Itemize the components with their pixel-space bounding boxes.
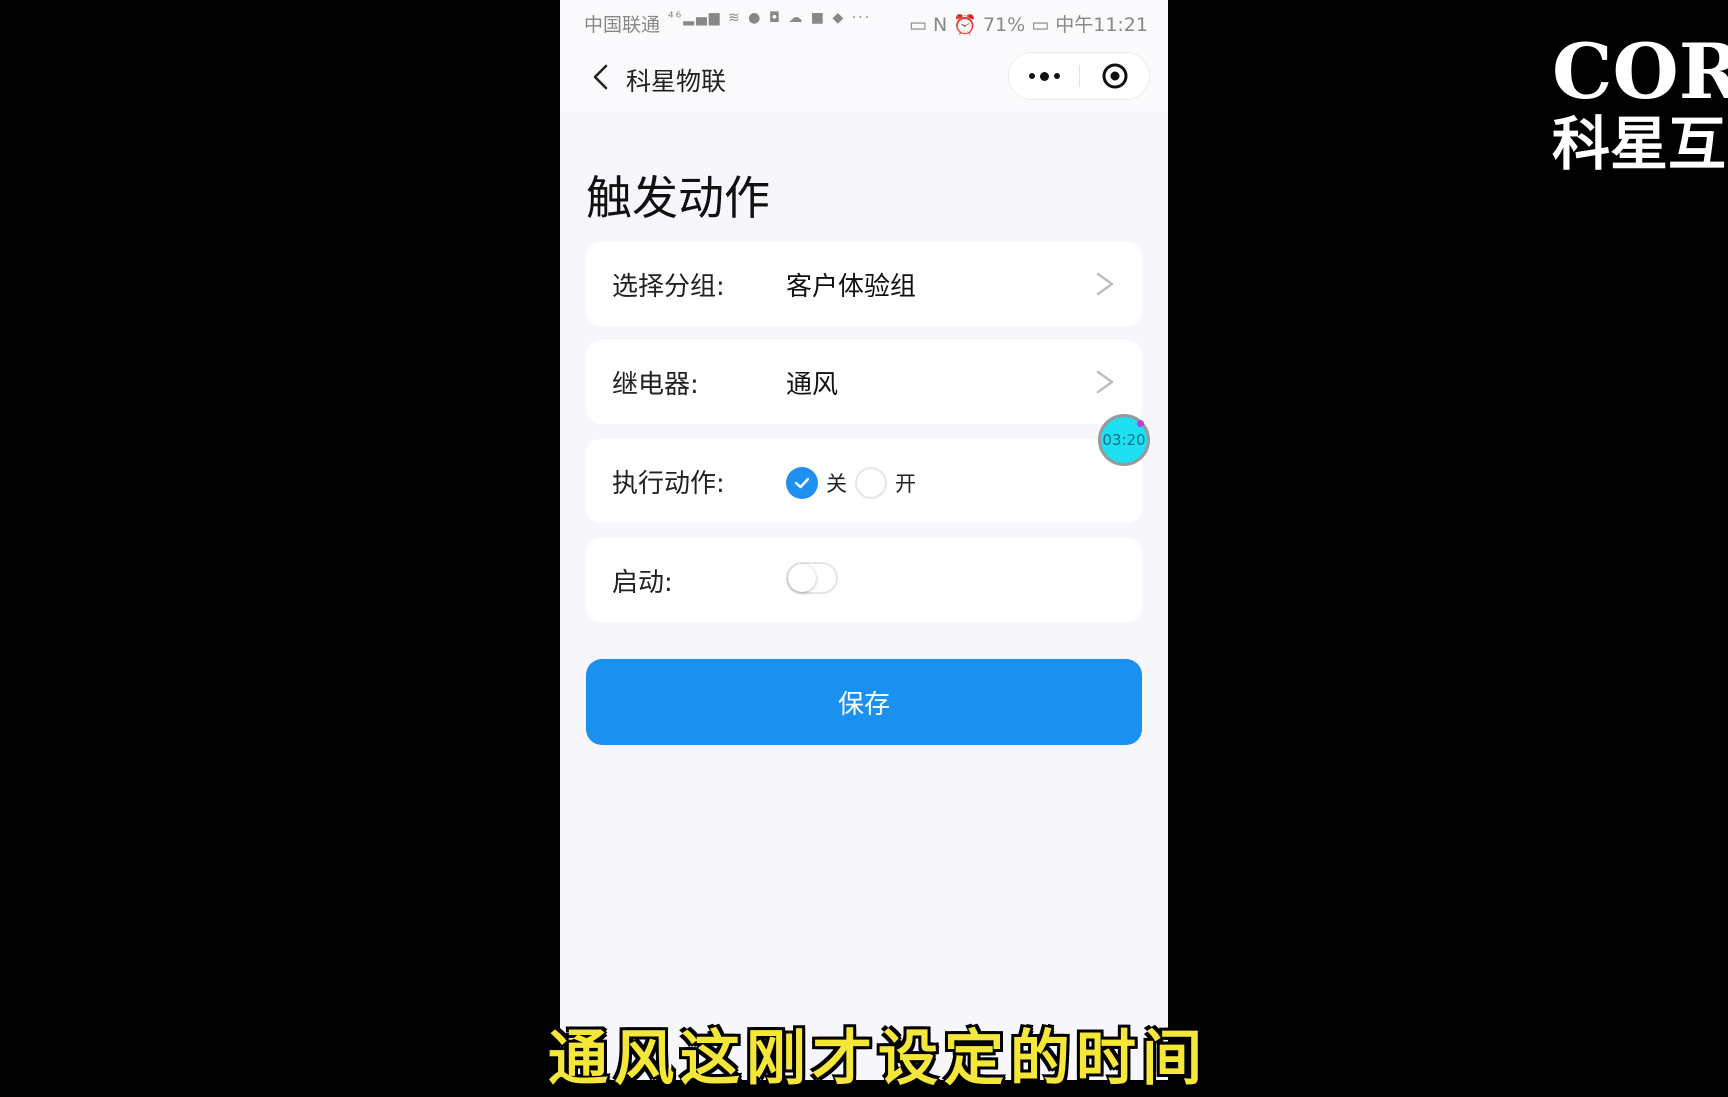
status-bar: 中国联通 ⁴⁶▂▄▆ ≋ ● ◘ ☁ ■ ◆ ··· ▭ N ⏰ 71% ▭ 中…	[560, 0, 1168, 42]
page-title: 触发动作	[586, 171, 770, 225]
more-dot-icon	[1039, 71, 1049, 81]
radio-off-label: 关	[826, 472, 847, 496]
radio-off[interactable]	[786, 467, 818, 499]
phone-screen: 中国联通 ⁴⁶▂▄▆ ≋ ● ◘ ☁ ■ ◆ ··· ▭ N ⏰ 71% ▭ 中…	[560, 0, 1168, 1080]
close-miniprogram-button[interactable]	[1091, 53, 1149, 99]
chevron-right-icon	[1096, 272, 1114, 296]
enable-toggle[interactable]	[786, 562, 838, 594]
more-dot-icon	[1053, 73, 1060, 79]
group-label: 选择分组:	[612, 272, 725, 302]
enable-row: 启动:	[586, 538, 1142, 622]
radio-on[interactable]	[855, 467, 887, 499]
relay-select-row[interactable]: 继电器: 通风	[586, 340, 1142, 424]
floating-timer[interactable]: 03:20	[1098, 414, 1150, 466]
nav-title: 科星物联	[626, 67, 727, 96]
timer-indicator-dot	[1137, 420, 1144, 427]
target-close-icon	[1102, 63, 1128, 89]
more-menu-button[interactable]	[1009, 53, 1079, 99]
video-subtitle: 通风这刚才设定的时间	[548, 1024, 1208, 1094]
logo-bottom-text: 科星互	[1552, 110, 1727, 174]
brand-logo: COR 科星互	[1552, 34, 1728, 174]
capsule-divider	[1079, 65, 1080, 87]
carrier-label: 中国联通	[584, 14, 661, 36]
save-button[interactable]: 保存	[586, 659, 1142, 745]
radio-on-label: 开	[895, 472, 916, 496]
action-label: 执行动作:	[612, 469, 725, 499]
action-radio-group: 关 开	[786, 467, 924, 499]
status-right-info: ▭ N ⏰ 71% ▭ 中午11:21	[909, 14, 1148, 36]
timer-text: 03:20	[1102, 431, 1146, 449]
toggle-knob	[788, 564, 816, 592]
chevron-right-icon	[1096, 370, 1114, 394]
relay-label: 继电器:	[612, 370, 699, 400]
miniprogram-capsule	[1008, 52, 1150, 100]
relay-value: 通风	[786, 370, 839, 400]
nav-bar: 科星物联	[560, 42, 1168, 112]
group-select-row[interactable]: 选择分组: 客户体验组	[586, 242, 1142, 326]
group-value: 客户体验组	[786, 272, 917, 302]
back-arrow-icon[interactable]	[586, 60, 620, 94]
logo-top-text: COR	[1552, 34, 1728, 116]
enable-label: 启动:	[612, 568, 673, 598]
action-row: 执行动作: 关 开	[586, 439, 1142, 523]
checkmark-icon	[794, 477, 810, 489]
status-icons: ⁴⁶▂▄▆ ≋ ● ◘ ☁ ■ ◆ ···	[668, 10, 872, 26]
more-dot-icon	[1028, 73, 1035, 79]
